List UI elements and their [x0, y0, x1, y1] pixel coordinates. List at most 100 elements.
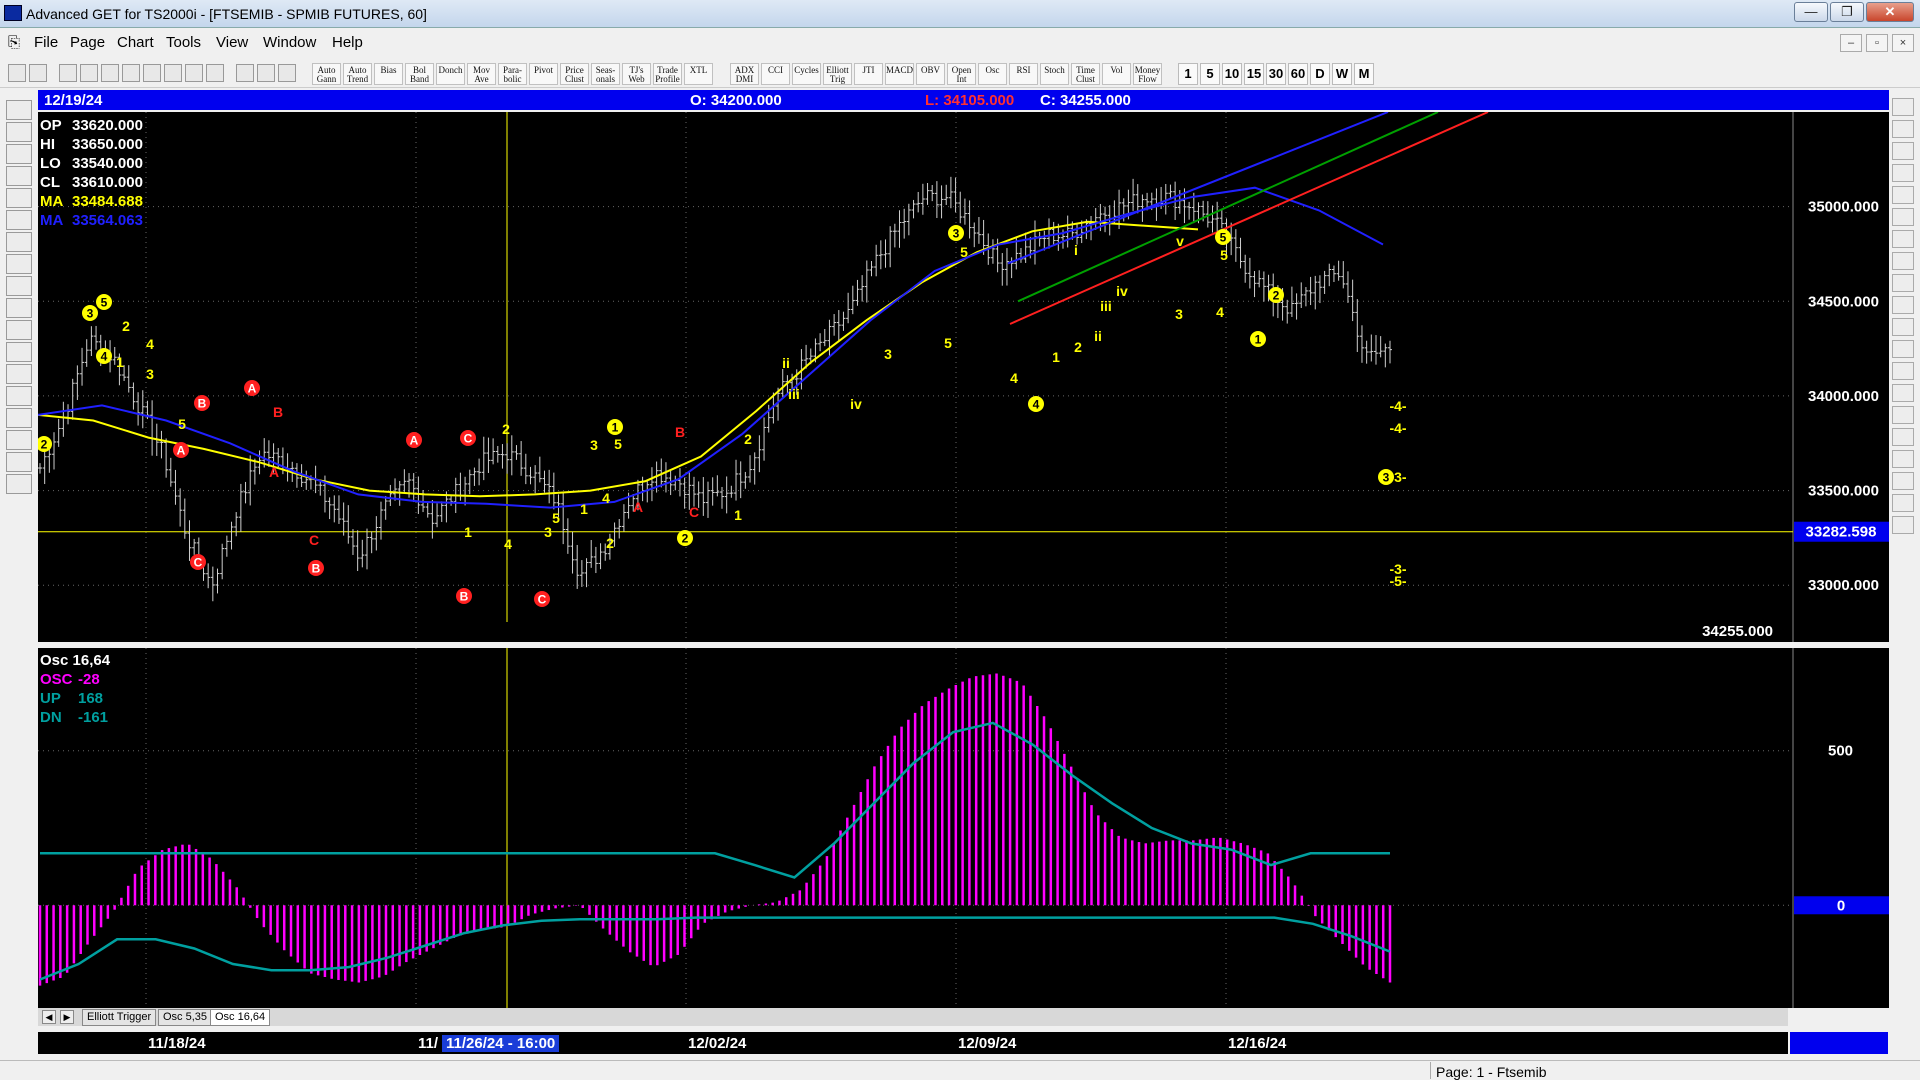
mdi-close-button[interactable]: × — [1892, 34, 1914, 52]
indicator-elliott-trig-button[interactable]: Elliott Trig — [823, 63, 852, 85]
indicator-macd-button[interactable]: MACD — [885, 63, 914, 85]
interval-w-button[interactable]: W — [1332, 63, 1352, 85]
indicator-cycles-button[interactable]: Cycles — [792, 63, 821, 85]
undo-icon[interactable] — [143, 64, 161, 82]
menu-tools[interactable]: Tools — [166, 34, 201, 51]
copy-icon[interactable] — [59, 64, 77, 82]
redo-icon[interactable] — [164, 64, 182, 82]
study-icon[interactable] — [6, 166, 32, 186]
arrow-right-icon[interactable] — [6, 276, 32, 296]
study-bias-button[interactable]: Bias — [374, 63, 403, 85]
list-icon[interactable] — [1892, 494, 1914, 512]
price-chart-panel[interactable]: 2 3 5 4 1 2 4 3 5 A B C A B A C B C A B 1 2 4 3 5 1 2 C 3 1 5 4 A B C 2 1 2 ii… — [36, 111, 1889, 642]
menu-chart[interactable]: Chart — [117, 34, 154, 51]
study-seas-onals-button[interactable]: Seas-onals — [591, 63, 620, 85]
oscillator-svg[interactable]: Osc 16,64 OSC -28 UP 168 DN -161 500 0 — [38, 648, 1889, 1008]
close-button[interactable]: ✕ — [1866, 2, 1914, 22]
text-icon[interactable] — [1892, 406, 1914, 424]
indicator-vol-button[interactable]: Vol — [1102, 63, 1131, 85]
zoom-icon[interactable] — [1892, 428, 1914, 446]
indicator-stoch-button[interactable]: Stoch — [1040, 63, 1069, 85]
pen-icon[interactable] — [1892, 450, 1914, 468]
printer-icon[interactable] — [236, 64, 254, 82]
indicator-time-clust-button[interactable]: Time Clust — [1071, 63, 1100, 85]
arrow-up-icon[interactable] — [6, 210, 32, 230]
menu-window[interactable]: Window — [263, 34, 316, 51]
indicator-cci-button[interactable]: CCI — [761, 63, 790, 85]
lines-icon[interactable] — [6, 386, 32, 406]
study-auto-trend-button[interactable]: Auto Trend — [343, 63, 372, 85]
paste-icon[interactable] — [122, 64, 140, 82]
channel-icon[interactable] — [1892, 318, 1914, 336]
fib-ret-icon[interactable] — [1892, 164, 1914, 182]
study-pivot-button[interactable]: Pivot — [529, 63, 558, 85]
fib-icon[interactable] — [6, 430, 32, 450]
tab-elliott-trigger[interactable]: Elliott Trigger — [82, 1009, 157, 1026]
ellipse-icon[interactable] — [1892, 296, 1914, 314]
mdi-minimize-button[interactable]: – — [1840, 34, 1862, 52]
whatsthis-icon[interactable] — [278, 64, 296, 82]
interval-30-button[interactable]: 30 — [1266, 63, 1286, 85]
open-icon[interactable] — [8, 64, 26, 82]
study-xtl-button[interactable]: XTL — [684, 63, 713, 85]
indicator-rsi-button[interactable]: RSI — [1009, 63, 1038, 85]
fib-ext-icon[interactable] — [1892, 186, 1914, 204]
interval-m-button[interactable]: M — [1354, 63, 1374, 85]
tab-scroll-left-button[interactable]: ◀ — [42, 1010, 56, 1024]
fib-time-icon[interactable] — [1892, 208, 1914, 226]
maximize-button[interactable]: ❐ — [1830, 2, 1864, 22]
indicator-money-flow-button[interactable]: Money Flow — [1133, 63, 1162, 85]
grid-icon[interactable] — [206, 64, 224, 82]
tab-scroll-right-button[interactable]: ▶ — [60, 1010, 74, 1024]
interval-1-button[interactable]: 1 — [1178, 63, 1198, 85]
price-chart-svg[interactable]: 2354 12435ABCABACBCAB1243512C3154ABC212ii… — [36, 111, 1889, 642]
gann-icon[interactable] — [6, 408, 32, 428]
print-icon[interactable] — [80, 64, 98, 82]
study-price-clust-button[interactable]: Price Clust — [560, 63, 589, 85]
delete-icon[interactable] — [185, 64, 203, 82]
grid-icon[interactable] — [1892, 362, 1914, 380]
minimize-button[interactable]: — — [1794, 2, 1828, 22]
scroll-icon[interactable] — [6, 342, 32, 362]
menu-page[interactable]: Page — [70, 34, 105, 51]
mdi-restore-button[interactable]: ▫ — [1866, 34, 1888, 52]
oscillator-panel[interactable]: Osc 16,64 OSC -28 UP 168 DN -161 500 0 — [38, 648, 1889, 1008]
fan-icon[interactable] — [1892, 252, 1914, 270]
interval-5-button[interactable]: 5 — [1200, 63, 1220, 85]
arrow-down-icon[interactable] — [6, 232, 32, 252]
layout-icon[interactable] — [6, 364, 32, 384]
save-icon[interactable] — [29, 64, 47, 82]
pencil-icon[interactable] — [1892, 120, 1914, 138]
circle-icon[interactable] — [1892, 230, 1914, 248]
study-mov-ave-button[interactable]: Mov Ave — [467, 63, 496, 85]
magnet-icon[interactable] — [1892, 516, 1914, 534]
reset-icon[interactable] — [6, 144, 32, 164]
study-tj-s-web-button[interactable]: TJ's Web — [622, 63, 651, 85]
interval-10-button[interactable]: 10 — [1222, 63, 1242, 85]
box-icon[interactable] — [1892, 274, 1914, 292]
help-icon[interactable] — [257, 64, 275, 82]
tab-osc-5-35[interactable]: Osc 5,35 — [158, 1009, 213, 1026]
study-auto-gann-button[interactable]: Auto Gann — [312, 63, 341, 85]
menu-help[interactable]: Help — [332, 34, 363, 51]
bar-expand-icon[interactable] — [6, 320, 32, 340]
pti-icon[interactable] — [1892, 340, 1914, 358]
print-icon[interactable] — [6, 474, 32, 494]
study-donch-button[interactable]: Donch — [436, 63, 465, 85]
interval-d-button[interactable]: D — [1310, 63, 1330, 85]
indicator-open-int-button[interactable]: Open Int — [947, 63, 976, 85]
menu-view[interactable]: View — [216, 34, 248, 51]
crosshair-icon[interactable] — [6, 452, 32, 472]
interval-15-button[interactable]: 15 — [1244, 63, 1264, 85]
study-para-bolic-button[interactable]: Para-bolic — [498, 63, 527, 85]
arrow-left-icon[interactable] — [6, 254, 32, 274]
indicator-adx-dmi-button[interactable]: ADX DMI — [730, 63, 759, 85]
indicator-jti-button[interactable]: JTI — [854, 63, 883, 85]
fib-icon[interactable] — [1892, 384, 1914, 402]
interval-60-button[interactable]: 60 — [1288, 63, 1308, 85]
cut-icon[interactable] — [101, 64, 119, 82]
marker-icon[interactable] — [1892, 472, 1914, 490]
menu-doc-icon[interactable]: ⎘ — [8, 34, 20, 51]
menu-file[interactable]: File — [34, 34, 58, 51]
indicator-osc-button[interactable]: Osc — [978, 63, 1007, 85]
